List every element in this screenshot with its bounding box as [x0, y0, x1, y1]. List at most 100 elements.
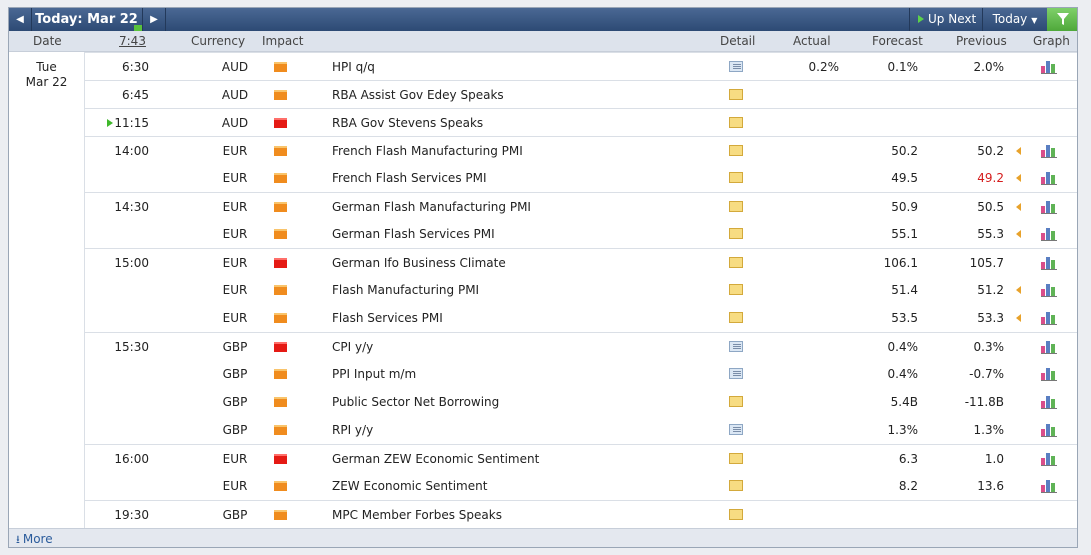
revised-marker-icon[interactable] — [1016, 147, 1021, 155]
event-row[interactable]: GBP RPI y/y 1.3% 1.3% — [84, 416, 1077, 444]
graph-icon-baseline — [1041, 380, 1057, 381]
event-row[interactable]: 6:30 AUD HPI q/q 0.2% 0.1% 2.0% — [84, 52, 1077, 81]
bar-graph-icon[interactable] — [1041, 171, 1057, 185]
event-currency: GBP — [222, 395, 248, 409]
revised-marker-icon[interactable] — [1016, 203, 1021, 211]
bar-graph-icon[interactable] — [1041, 60, 1057, 74]
detail-folder-icon[interactable] — [729, 453, 743, 464]
detail-folder-icon[interactable] — [729, 172, 743, 183]
event-row[interactable]: 14:00 EUR French Flash Manufacturing PMI 50… — [84, 136, 1077, 165]
event-row[interactable]: GBP Public Sector Net Borrowing 5.4B -11.8B — [84, 388, 1077, 416]
event-title[interactable]: Flash Services PMI — [332, 304, 443, 332]
bar-graph-icon[interactable] — [1041, 340, 1057, 354]
event-currency: EUR — [222, 144, 248, 158]
revised-marker-icon[interactable] — [1016, 230, 1021, 238]
download-arrow-icon: ⭳ — [16, 533, 20, 546]
revised-marker-icon[interactable] — [1016, 174, 1021, 182]
detail-folder-icon[interactable] — [729, 145, 743, 156]
event-title[interactable]: French Flash Manufacturing PMI — [332, 137, 523, 165]
up-next-button[interactable]: Up Next — [909, 8, 982, 31]
bar-graph-icon[interactable] — [1041, 283, 1057, 297]
revised-marker-icon[interactable] — [1016, 314, 1021, 322]
event-row[interactable]: EUR French Flash Services PMI 49.5 49.2 — [84, 164, 1077, 192]
filter-button[interactable] — [1047, 8, 1077, 31]
event-title[interactable]: RPI y/y — [332, 416, 373, 444]
event-title[interactable]: HPI q/q — [332, 53, 375, 81]
event-title[interactable]: German Ifo Business Climate — [332, 249, 506, 277]
event-row[interactable]: 16:00 EUR German ZEW Economic Sentiment 6.3… — [84, 444, 1077, 473]
col-time-clock[interactable]: 7:43 — [119, 31, 146, 51]
event-title[interactable]: MPC Member Forbes Speaks — [332, 501, 502, 529]
event-time: 11:15 — [84, 109, 149, 137]
event-row[interactable]: 6:45 AUD RBA Assist Gov Edey Speaks — [84, 80, 1077, 109]
current-date-label[interactable]: Today: Mar 22 — [31, 8, 143, 31]
bar-graph-icon[interactable] — [1041, 395, 1057, 409]
event-title[interactable]: Public Sector Net Borrowing — [332, 388, 499, 416]
event-forecast: 50.2 — [891, 144, 918, 158]
today-dropdown[interactable]: Today ▼ — [982, 8, 1047, 31]
event-row[interactable]: EUR German Flash Services PMI 55.1 55.3 — [84, 220, 1077, 248]
bar-graph-icon[interactable] — [1041, 311, 1057, 325]
bar-graph-icon[interactable] — [1041, 144, 1057, 158]
bar-graph-icon[interactable] — [1041, 227, 1057, 241]
event-title[interactable]: ZEW Economic Sentiment — [332, 472, 487, 500]
detail-folder-icon[interactable] — [729, 284, 743, 295]
detail-document-icon[interactable] — [729, 368, 743, 379]
event-currency: EUR — [222, 227, 248, 241]
event-row[interactable]: 15:00 EUR German Ifo Business Climate 106.1… — [84, 248, 1077, 277]
detail-folder-icon[interactable] — [729, 396, 743, 407]
day-date: Mar 22 — [25, 75, 68, 89]
bar-graph-icon[interactable] — [1041, 479, 1057, 493]
graph-icon-baseline — [1041, 269, 1057, 270]
event-time: 6:45 — [122, 88, 149, 102]
event-title[interactable]: Flash Manufacturing PMI — [332, 276, 479, 304]
more-link[interactable]: ⭳ More — [16, 529, 53, 547]
event-title[interactable]: RBA Assist Gov Edey Speaks — [332, 81, 504, 109]
bar-graph-icon[interactable] — [1041, 200, 1057, 214]
up-next-label: Up Next — [928, 12, 977, 26]
event-title[interactable]: German ZEW Economic Sentiment — [332, 445, 539, 473]
medium-impact-icon — [274, 62, 287, 72]
event-row[interactable]: EUR ZEW Economic Sentiment 8.2 13.6 — [84, 472, 1077, 500]
detail-folder-icon[interactable] — [729, 480, 743, 491]
event-title[interactable]: German Flash Manufacturing PMI — [332, 193, 531, 221]
detail-folder-icon[interactable] — [729, 312, 743, 323]
revised-marker-icon[interactable] — [1016, 286, 1021, 294]
event-time: 6:30 — [122, 60, 149, 74]
event-currency: GBP — [222, 423, 248, 437]
medium-impact-icon — [274, 146, 287, 156]
event-row[interactable]: EUR Flash Services PMI 53.5 53.3 — [84, 304, 1077, 332]
detail-folder-icon[interactable] — [729, 89, 743, 100]
bar-graph-icon[interactable] — [1041, 452, 1057, 466]
event-title[interactable]: PPI Input m/m — [332, 360, 416, 388]
detail-document-icon[interactable] — [729, 341, 743, 352]
detail-document-icon[interactable] — [729, 424, 743, 435]
detail-folder-icon[interactable] — [729, 228, 743, 239]
col-currency: Currency — [191, 34, 246, 48]
medium-impact-icon — [274, 229, 287, 239]
detail-folder-icon[interactable] — [729, 257, 743, 268]
bar-graph-icon[interactable] — [1041, 256, 1057, 270]
chevron-right-icon[interactable]: ▶ — [143, 8, 166, 31]
detail-document-icon[interactable] — [729, 61, 743, 72]
event-row[interactable]: 11:15 AUD RBA Gov Stevens Speaks — [84, 108, 1077, 137]
event-title[interactable]: German Flash Services PMI — [332, 220, 495, 248]
event-row[interactable]: 15:30 GBP CPI y/y 0.4% 0.3% — [84, 332, 1077, 361]
detail-folder-icon[interactable] — [729, 117, 743, 128]
graph-icon-baseline — [1041, 353, 1057, 354]
detail-folder-icon[interactable] — [729, 509, 743, 520]
calendar-widget: ◀ Today: Mar 22 ▶ Up Next Today ▼ Date 7:… — [8, 7, 1078, 548]
bar-graph-icon[interactable] — [1041, 423, 1057, 437]
graph-icon-baseline — [1041, 408, 1057, 409]
event-row[interactable]: 19:30 GBP MPC Member Forbes Speaks — [84, 500, 1077, 529]
event-previous: 51.2 — [977, 283, 1004, 297]
chevron-left-icon[interactable]: ◀ — [9, 8, 32, 31]
event-title[interactable]: RBA Gov Stevens Speaks — [332, 109, 483, 137]
event-title[interactable]: CPI y/y — [332, 333, 373, 361]
event-title[interactable]: French Flash Services PMI — [332, 164, 487, 192]
event-row[interactable]: GBP PPI Input m/m 0.4% -0.7% — [84, 360, 1077, 388]
event-row[interactable]: 14:30 EUR German Flash Manufacturing PMI 50… — [84, 192, 1077, 221]
bar-graph-icon[interactable] — [1041, 367, 1057, 381]
event-row[interactable]: EUR Flash Manufacturing PMI 51.4 51.2 — [84, 276, 1077, 304]
detail-folder-icon[interactable] — [729, 201, 743, 212]
